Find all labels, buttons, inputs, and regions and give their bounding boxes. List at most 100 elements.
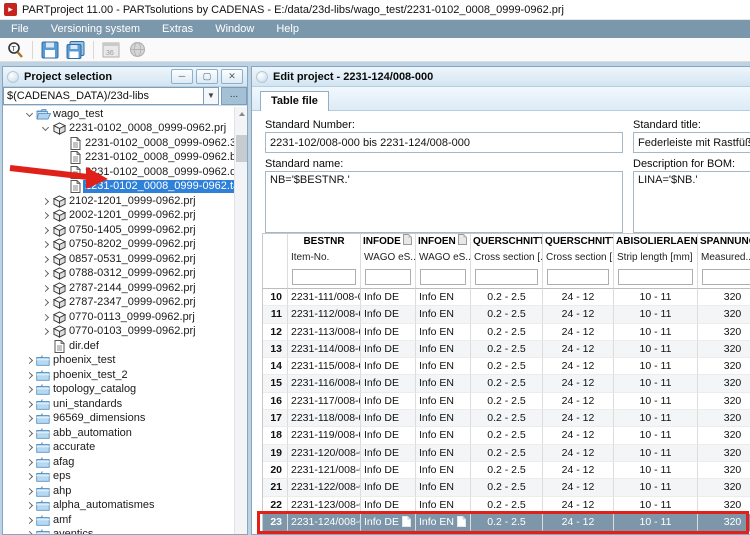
filter-input-bestnr[interactable] bbox=[292, 269, 356, 285]
tree-item-0857-0531-0999-0962-prj[interactable]: 0857-0531_0999-0962.prj bbox=[3, 252, 247, 267]
chevron-right-icon[interactable] bbox=[23, 431, 35, 436]
tree-item-wago-test[interactable]: wago_test bbox=[3, 107, 247, 122]
menu-versioning-system[interactable]: Versioning system bbox=[40, 20, 151, 38]
chevron-right-icon[interactable] bbox=[23, 460, 35, 465]
scroll-up-icon[interactable] bbox=[235, 107, 248, 120]
menu-extras[interactable]: Extras bbox=[151, 20, 204, 38]
close-icon[interactable]: ✕ bbox=[221, 69, 243, 84]
chevron-right-icon[interactable] bbox=[23, 489, 35, 494]
chevron-right-icon[interactable] bbox=[39, 257, 51, 262]
column-header-infode[interactable]: INFODE bbox=[361, 234, 416, 250]
table-row-19[interactable]: 192231-120/008-000Info DEInfo EN0.2 - 2.… bbox=[263, 445, 750, 462]
table-row-21[interactable]: 212231-122/008-000Info DEInfo EN0.2 - 2.… bbox=[263, 479, 750, 496]
column-header-abisolierlaenge[interactable]: ABISOLIERLAENGE bbox=[614, 234, 698, 250]
tree-item-ahp[interactable]: ahp bbox=[3, 484, 247, 499]
save-icon[interactable] bbox=[39, 40, 61, 60]
chevron-down-icon[interactable] bbox=[23, 113, 35, 116]
chevron-right-icon[interactable] bbox=[39, 213, 51, 218]
tree-item-aventics[interactable]: aventics bbox=[3, 528, 247, 535]
tree-item-dir-def[interactable]: dir.def bbox=[3, 339, 247, 354]
table-row-15[interactable]: 152231-116/008-000Info DEInfo EN0.2 - 2.… bbox=[263, 375, 750, 392]
filter-input-querschnitt2[interactable] bbox=[547, 269, 609, 285]
tree-item-topology-catalog[interactable]: topology_catalog bbox=[3, 383, 247, 398]
table-row-18[interactable]: 182231-119/008-000Info DEInfo EN0.2 - 2.… bbox=[263, 427, 750, 444]
edit-project-titlebar[interactable]: Edit project - 2231-124/008-000 bbox=[252, 67, 750, 87]
table-row-23[interactable]: 232231-124/008-000Info DEInfo EN0.2 - 2.… bbox=[263, 514, 750, 531]
filter-input-abisolierlaenge[interactable] bbox=[618, 269, 693, 285]
table-row-10[interactable]: 102231-111/008-000Info DEInfo EN0.2 - 2.… bbox=[263, 289, 750, 306]
column-header-querschnitt2[interactable]: QUERSCHNITT2 bbox=[543, 234, 614, 250]
chevron-right-icon[interactable] bbox=[23, 358, 35, 363]
bom-description-field[interactable]: LINA='$NB.' bbox=[633, 171, 750, 233]
column-header-bestnr[interactable]: BESTNR bbox=[288, 234, 361, 250]
chevron-right-icon[interactable] bbox=[39, 228, 51, 233]
column-header-infoen[interactable]: INFOEN bbox=[416, 234, 471, 250]
chevron-right-icon[interactable] bbox=[23, 445, 35, 450]
menu-window[interactable]: Window bbox=[204, 20, 265, 38]
tree-item-2231-0102-0008-0999-0962-def[interactable]: 2231-0102_0008_0999-0962.def bbox=[3, 165, 247, 180]
chevron-right-icon[interactable] bbox=[39, 242, 51, 247]
chevron-right-icon[interactable] bbox=[39, 286, 51, 291]
column-header-rownum[interactable] bbox=[263, 234, 288, 250]
chevron-right-icon[interactable] bbox=[23, 387, 35, 392]
filter-input-spannung[interactable] bbox=[702, 269, 750, 285]
chevron-right-icon[interactable] bbox=[23, 503, 35, 508]
tree-item-2231-0102-0008-0999-0962-3db[interactable]: 2231-0102_0008_0999-0962.3db bbox=[3, 136, 247, 151]
column-header-querschnitt1[interactable]: QUERSCHNITT1 bbox=[471, 234, 543, 250]
chevron-right-icon[interactable] bbox=[23, 532, 35, 534]
standard-number-field[interactable] bbox=[265, 132, 623, 153]
column-header-spannung[interactable]: SPANNUNG bbox=[698, 234, 750, 250]
chevron-right-icon[interactable] bbox=[23, 474, 35, 479]
maximize-icon[interactable]: ▢ bbox=[196, 69, 218, 84]
project-selection-titlebar[interactable]: Project selection ─ ▢ ✕ bbox=[3, 67, 247, 87]
chevron-right-icon[interactable] bbox=[39, 329, 51, 334]
catalog-path-input[interactable] bbox=[3, 87, 204, 105]
minimize-icon[interactable]: ─ bbox=[171, 69, 193, 84]
menu-help[interactable]: Help bbox=[265, 20, 310, 38]
tab-table-file[interactable]: Table file bbox=[260, 91, 329, 111]
tree-item-0770-0103-0999-0962-prj[interactable]: 0770-0103_0999-0962.prj bbox=[3, 325, 247, 340]
filter-input-infode[interactable] bbox=[365, 269, 411, 285]
table-row-16[interactable]: 162231-117/008-000Info DEInfo EN0.2 - 2.… bbox=[263, 393, 750, 410]
tree-item-2002-1201-0999-0962-prj[interactable]: 2002-1201_0999-0962.prj bbox=[3, 209, 247, 224]
tree-item-eps[interactable]: eps bbox=[3, 470, 247, 485]
table-row-22[interactable]: 222231-123/008-000Info DEInfo EN0.2 - 2.… bbox=[263, 497, 750, 514]
tree-item-2102-1201-0999-0962-prj[interactable]: 2102-1201_0999-0962.prj bbox=[3, 194, 247, 209]
tree-item-2787-2144-0999-0962-prj[interactable]: 2787-2144_0999-0962.prj bbox=[3, 281, 247, 296]
tree-item-96569-dimensions[interactable]: 96569_dimensions bbox=[3, 412, 247, 427]
tree-item-accurate[interactable]: accurate bbox=[3, 441, 247, 456]
chevron-right-icon[interactable] bbox=[39, 315, 51, 320]
filter-input-querschnitt1[interactable] bbox=[475, 269, 538, 285]
tree-item-abb-automation[interactable]: abb_automation bbox=[3, 426, 247, 441]
chevron-right-icon[interactable] bbox=[23, 402, 35, 407]
table-row-12[interactable]: 122231-113/008-000Info DEInfo EN0.2 - 2.… bbox=[263, 324, 750, 341]
standard-name-field[interactable]: NB='$BESTNR.' bbox=[265, 171, 623, 233]
table-row-14[interactable]: 142231-115/008-000Info DEInfo EN0.2 - 2.… bbox=[263, 358, 750, 375]
tree-item-afag[interactable]: afag bbox=[3, 455, 247, 470]
batch-dialog-icon[interactable]: 36 bbox=[100, 40, 122, 60]
chevron-right-icon[interactable] bbox=[23, 518, 35, 523]
tree-item-alpha-automatismes[interactable]: alpha_automatismes bbox=[3, 499, 247, 514]
tree-item-0750-8202-0999-0962-prj[interactable]: 0750-8202_0999-0962.prj bbox=[3, 238, 247, 253]
filter-input-infoen[interactable] bbox=[420, 269, 466, 285]
table-row-20[interactable]: 202231-121/008-000Info DEInfo EN0.2 - 2.… bbox=[263, 462, 750, 479]
table-row-17[interactable]: 172231-118/008-000Info DEInfo EN0.2 - 2.… bbox=[263, 410, 750, 427]
tree-item-uni-standards[interactable]: uni_standards bbox=[3, 397, 247, 412]
web-globe-icon[interactable] bbox=[126, 40, 148, 60]
chevron-right-icon[interactable] bbox=[39, 300, 51, 305]
tree-item-2231-0102-0008-0999-0962-tab[interactable]: 2231-0102_0008_0999-0962.tab bbox=[3, 180, 247, 195]
chevron-down-icon[interactable] bbox=[39, 127, 51, 130]
seek-project-icon[interactable]: T bbox=[4, 40, 26, 60]
tree-item-phoenix-test[interactable]: phoenix_test bbox=[3, 354, 247, 369]
tree-item-2231-0102-0008-0999-0962-bmp[interactable]: 2231-0102_0008_0999-0962.bmp bbox=[3, 151, 247, 166]
tree-scrollbar[interactable] bbox=[234, 107, 247, 534]
table-row-11[interactable]: 112231-112/008-000Info DEInfo EN0.2 - 2.… bbox=[263, 306, 750, 323]
tree-item-0750-1405-0999-0962-prj[interactable]: 0750-1405_0999-0962.prj bbox=[3, 223, 247, 238]
tree-item-2231-0102-0008-0999-0962-prj[interactable]: 2231-0102_0008_0999-0962.prj bbox=[3, 122, 247, 137]
chevron-right-icon[interactable] bbox=[39, 199, 51, 204]
tree-item-phoenix-test-2[interactable]: phoenix_test_2 bbox=[3, 368, 247, 383]
tree-item-0770-0113-0999-0962-prj[interactable]: 0770-0113_0999-0962.prj bbox=[3, 310, 247, 325]
tree-item-2787-2347-0999-0962-prj[interactable]: 2787-2347_0999-0962.prj bbox=[3, 296, 247, 311]
chevron-right-icon[interactable] bbox=[39, 271, 51, 276]
browse-button[interactable]: ... bbox=[221, 87, 247, 105]
